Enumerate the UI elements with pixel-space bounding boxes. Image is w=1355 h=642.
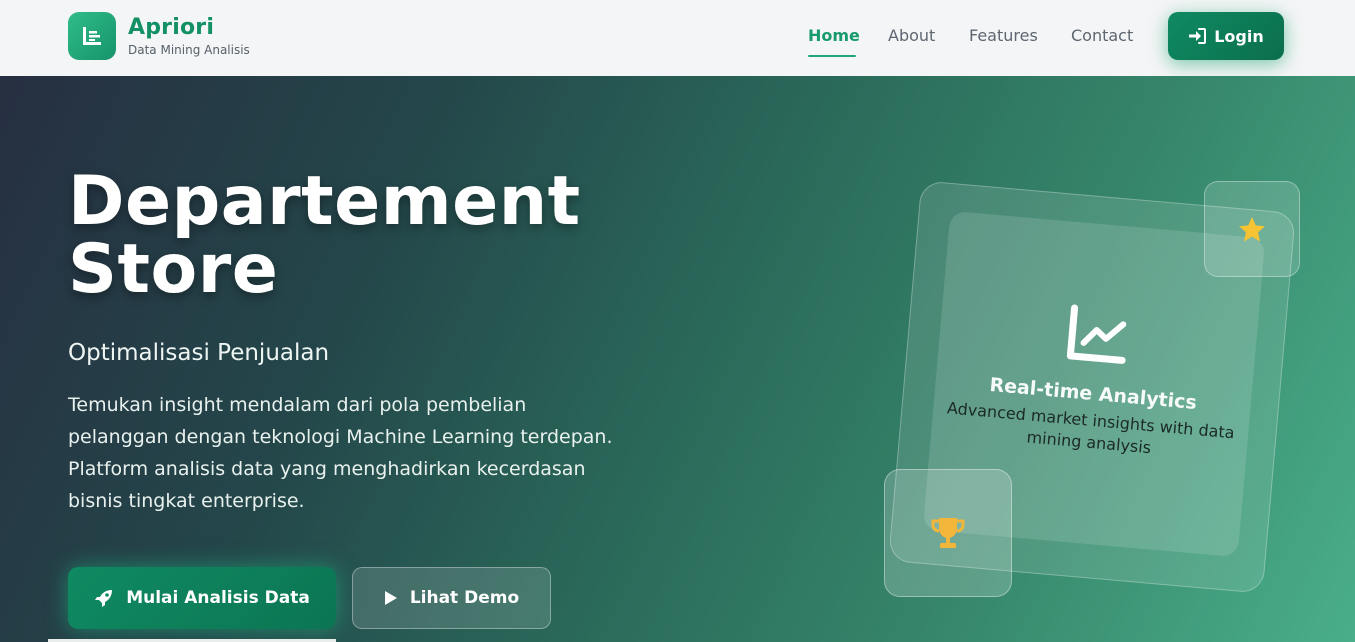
sign-in-icon xyxy=(1189,28,1207,44)
navbar: Apriori Data Mining Analisis Home About … xyxy=(0,0,1355,76)
hero-title-line2: Store xyxy=(68,230,279,309)
rocket-icon xyxy=(95,590,113,607)
star-icon xyxy=(1239,216,1265,241)
hero-title: Departement Store xyxy=(68,168,581,304)
trophy-badge xyxy=(884,469,1012,597)
start-analysis-button[interactable]: Mulai Analisis Data xyxy=(68,567,336,629)
nav-item-about[interactable]: About xyxy=(888,26,935,46)
view-demo-button[interactable]: Lihat Demo xyxy=(352,567,551,629)
hero-description-line3: Platform analisis data yang menghadirkan… xyxy=(68,458,586,480)
login-label: Login xyxy=(1214,26,1264,46)
star-badge xyxy=(1204,181,1300,277)
trophy-icon xyxy=(931,518,965,548)
nav-item-features[interactable]: Features xyxy=(969,26,1038,46)
nav-menu: Home About Features Contact xyxy=(0,0,1355,76)
hero-subtitle: Optimalisasi Penjualan xyxy=(68,340,330,366)
chart-line-icon xyxy=(1066,304,1127,364)
hero-description: Temukan insight mendalam dari pola pembe… xyxy=(68,389,668,517)
login-button[interactable]: Login xyxy=(1168,12,1284,60)
start-analysis-label: Mulai Analisis Data xyxy=(126,588,310,608)
hero-description-line1: Temukan insight mendalam dari pola pembe… xyxy=(68,394,527,416)
nav-item-contact[interactable]: Contact xyxy=(1071,26,1133,46)
play-icon xyxy=(384,591,397,605)
active-nav-indicator xyxy=(808,55,856,57)
hero-description-line2: pelanggan dengan teknologi Machine Learn… xyxy=(68,426,613,448)
nav-item-home[interactable]: Home xyxy=(808,26,860,46)
view-demo-label: Lihat Demo xyxy=(409,588,520,608)
hero-description-line4: bisnis tingkat enterprise. xyxy=(68,490,305,512)
